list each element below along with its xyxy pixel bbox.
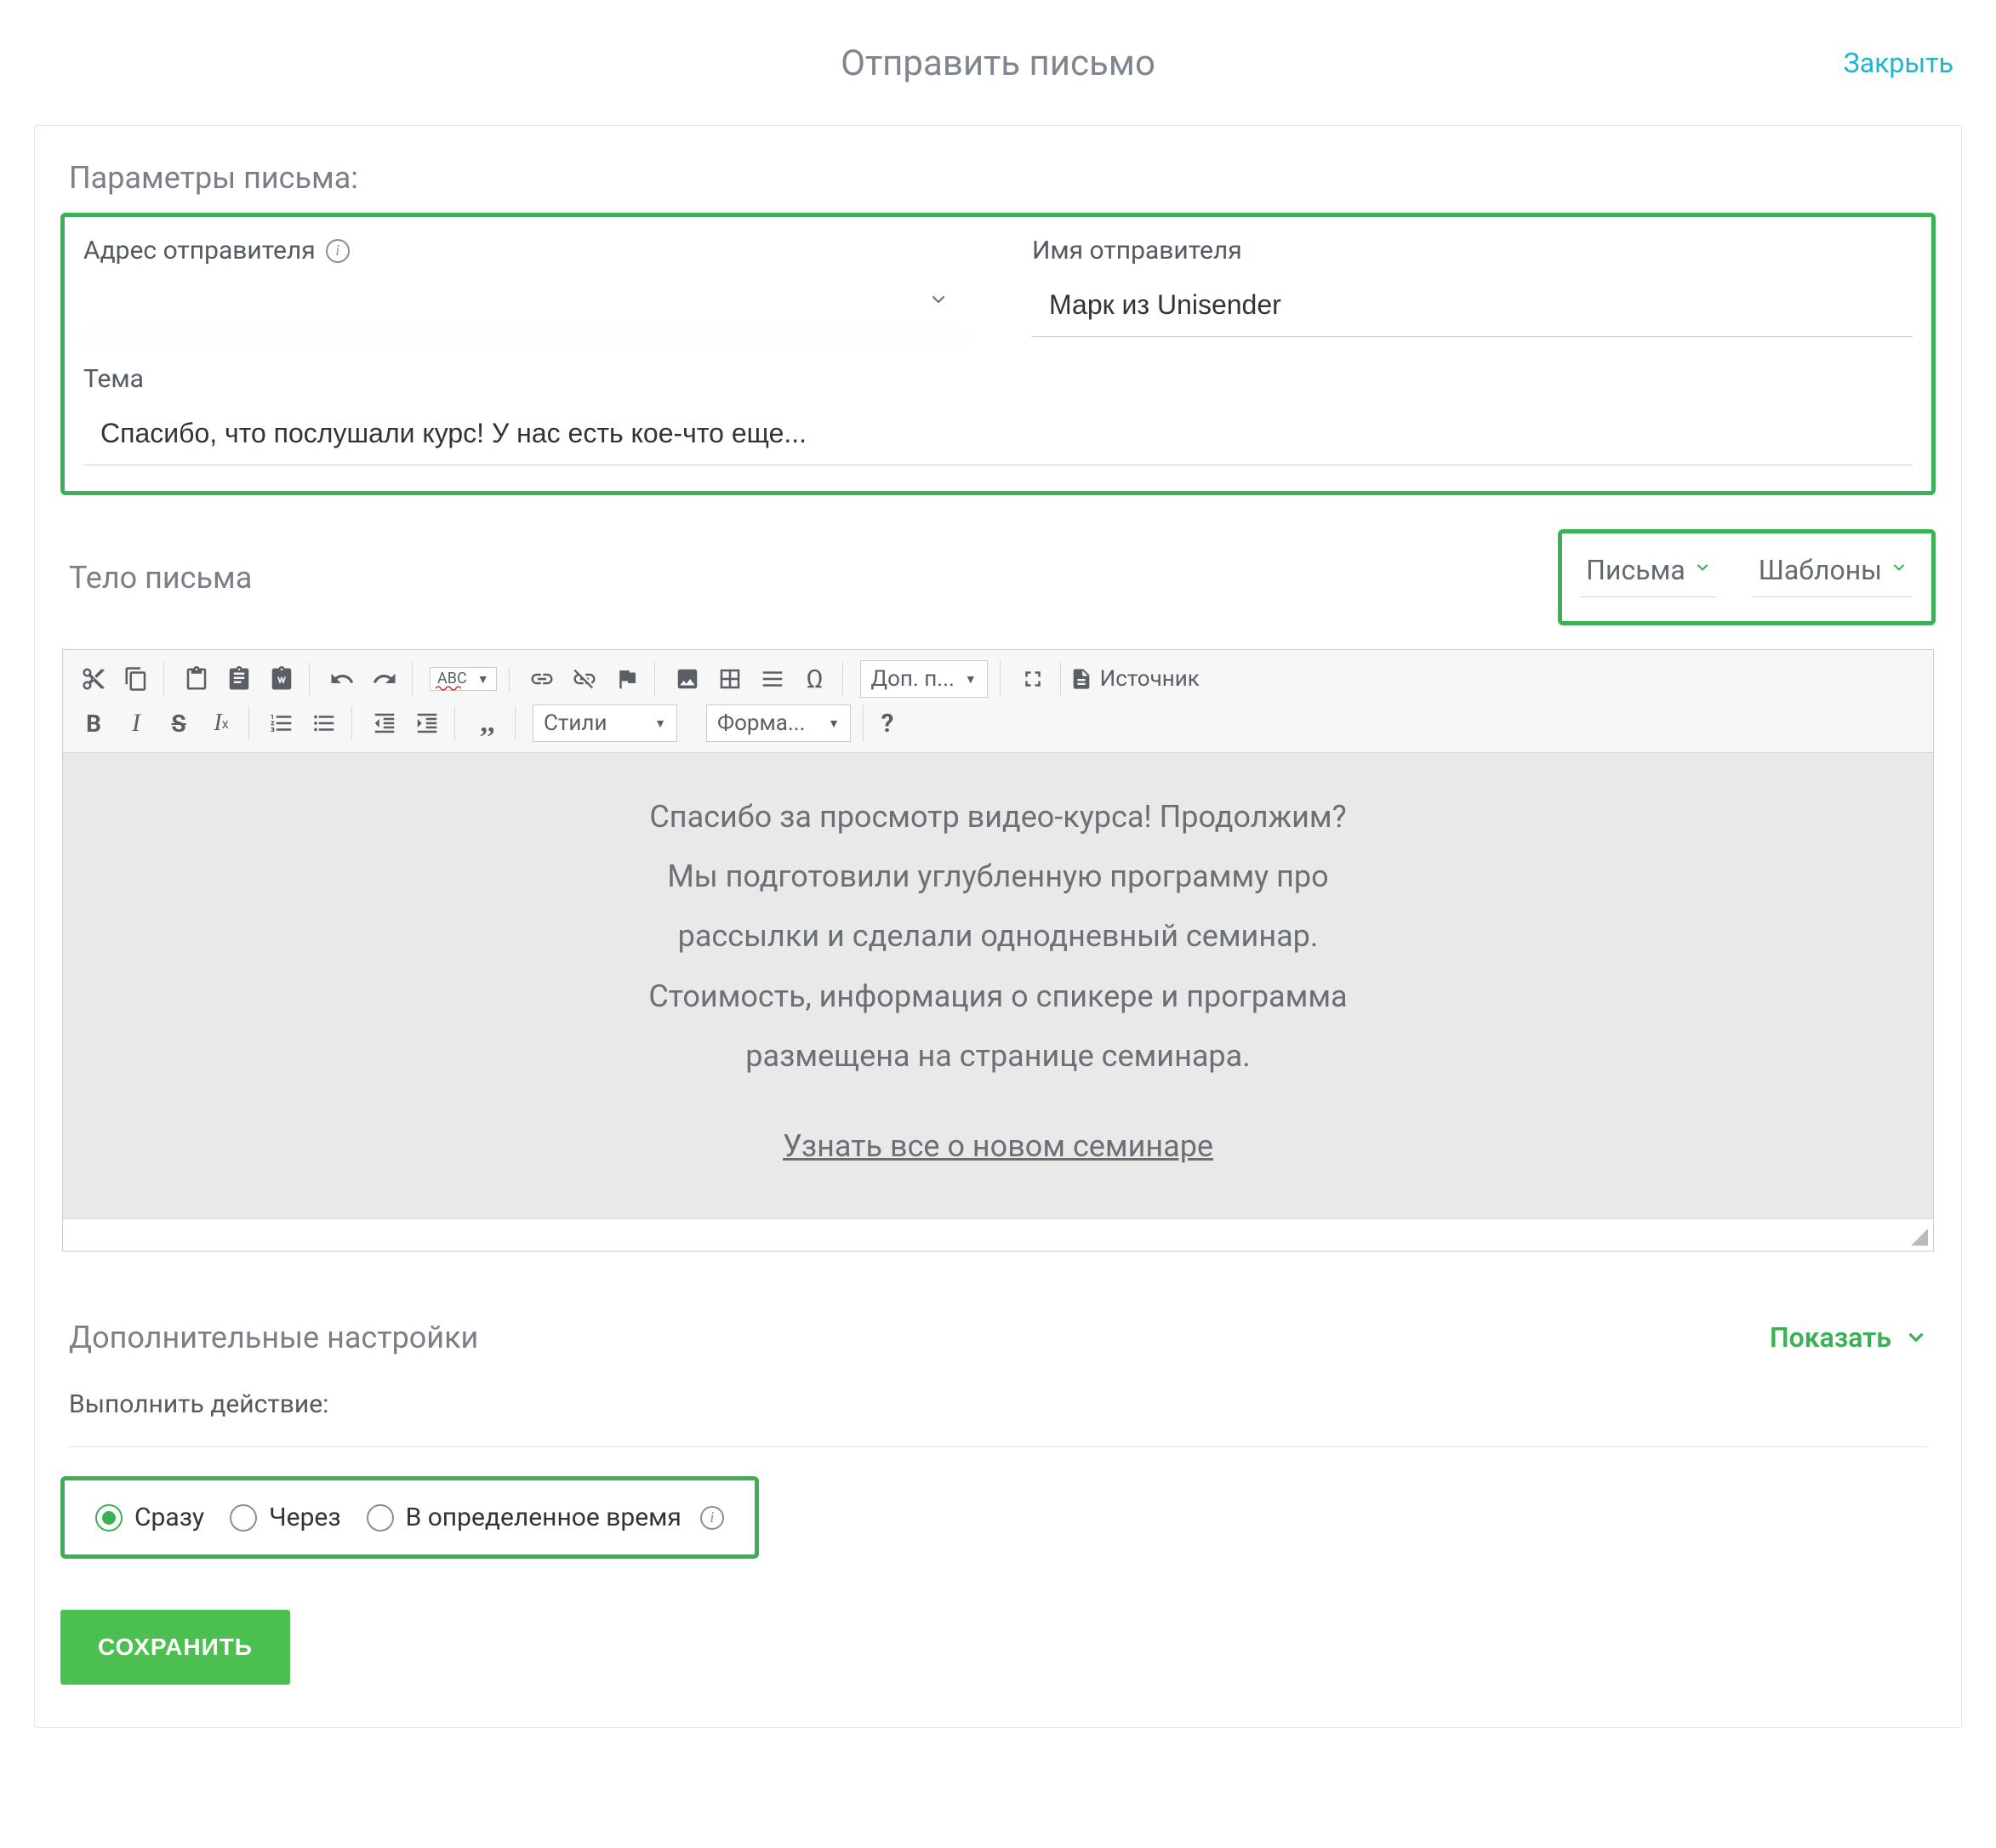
radio-after-label: Через <box>269 1503 340 1532</box>
content-line: Мы подготовили углубленную программу про <box>114 847 1882 906</box>
sender-name-input[interactable] <box>1032 279 1913 337</box>
source-label: Источник <box>1100 666 1200 692</box>
help-icon[interactable]: ? <box>872 706 903 740</box>
paste-icon[interactable] <box>181 662 212 696</box>
resize-handle[interactable] <box>63 1218 1933 1251</box>
format-label: Форма... <box>717 710 806 736</box>
strike-icon[interactable]: S <box>163 706 194 740</box>
picker-highlight-frame: Письма Шаблоны <box>1558 529 1936 625</box>
source-button[interactable]: Источник <box>1069 666 1200 692</box>
show-toggle[interactable]: Показать <box>1770 1321 1927 1354</box>
body-section-title: Тело письма <box>69 560 252 596</box>
content-link[interactable]: Узнать все о новом семинаре <box>783 1116 1213 1176</box>
special-char-icon[interactable]: Ω <box>800 662 830 696</box>
action-label: Выполнить действие: <box>69 1389 1936 1431</box>
chevron-down-icon <box>928 289 949 316</box>
copy-icon[interactable] <box>121 662 151 696</box>
subject-label: Тема <box>83 364 144 394</box>
content-line: рассылки и сделали однодневный семинар. <box>114 906 1882 966</box>
radio-now[interactable]: Сразу <box>95 1503 204 1532</box>
main-panel: Параметры письма: Адрес отправителя i Им… <box>34 125 1962 1728</box>
sender-address-label: Адрес отправителя <box>83 236 316 265</box>
radio-after[interactable]: Через <box>230 1503 340 1532</box>
chevron-down-icon <box>1694 559 1711 581</box>
radio-dot-icon <box>367 1504 394 1531</box>
styles-label: Стили <box>544 710 607 736</box>
bold-icon[interactable]: B <box>78 706 109 740</box>
redo-icon[interactable] <box>369 662 400 696</box>
rich-text-editor: ABC ▼ Ω <box>62 649 1934 1252</box>
chevron-down-icon <box>1905 1326 1927 1349</box>
numbered-list-icon[interactable] <box>266 706 297 740</box>
content-line: размещена на странице семинара. <box>114 1026 1882 1086</box>
params-section-title: Параметры письма: <box>69 160 1936 196</box>
bullet-list-icon[interactable] <box>309 706 339 740</box>
cut-icon[interactable] <box>78 662 109 696</box>
unlink-icon[interactable] <box>569 662 600 696</box>
save-button[interactable]: СОХРАНИТЬ <box>60 1610 290 1685</box>
outdent-icon[interactable] <box>369 706 400 740</box>
divider <box>67 1446 1929 1447</box>
italic-icon[interactable]: I <box>121 706 151 740</box>
sender-address-select[interactable] <box>83 279 964 337</box>
editor-toolbar: ABC ▼ Ω <box>63 650 1933 753</box>
image-icon[interactable] <box>672 662 703 696</box>
show-label: Показать <box>1770 1321 1891 1354</box>
templates-picker-label: Шаблоны <box>1759 554 1882 586</box>
extra-section-title: Дополнительные настройки <box>69 1320 478 1355</box>
radio-at-time-label: В определенное время <box>406 1503 681 1532</box>
subject-input[interactable] <box>83 408 1913 465</box>
chevron-down-icon <box>1890 559 1908 581</box>
letters-picker[interactable]: Письма <box>1581 549 1716 597</box>
radio-at-time[interactable]: В определенное время i <box>367 1503 724 1532</box>
page-title: Отправить письмо <box>841 43 1155 84</box>
styles-combo[interactable]: Стили ▼ <box>533 704 677 742</box>
more-plugins-label: Доп. п... <box>871 666 955 692</box>
radio-dot-icon <box>230 1504 257 1531</box>
blockquote-icon[interactable]: ,, <box>472 706 503 740</box>
spellcheck-combo[interactable]: ABC ▼ <box>430 667 497 691</box>
more-plugins-combo[interactable]: Доп. п... ▼ <box>860 660 988 698</box>
action-highlight-frame: Сразу Через В определенное время i <box>60 1476 759 1559</box>
content-line: Спасибо за просмотр видео-курса! Продолж… <box>114 787 1882 847</box>
params-highlight-frame: Адрес отправителя i Имя отправителя <box>60 213 1936 495</box>
remove-format-icon[interactable]: Ix <box>206 706 237 740</box>
content-line: Стоимость, информация о спикере и програ… <box>114 967 1882 1026</box>
indent-icon[interactable] <box>412 706 442 740</box>
radio-now-label: Сразу <box>134 1503 204 1532</box>
hr-icon[interactable] <box>757 662 788 696</box>
sender-address-input[interactable] <box>83 279 964 337</box>
undo-icon[interactable] <box>327 662 357 696</box>
editor-content[interactable]: Спасибо за просмотр видео-курса! Продолж… <box>63 753 1933 1218</box>
link-icon[interactable] <box>527 662 557 696</box>
info-icon[interactable]: i <box>700 1506 724 1530</box>
paste-text-icon[interactable] <box>224 662 254 696</box>
sender-name-label: Имя отправителя <box>1032 236 1242 265</box>
anchor-icon[interactable] <box>612 662 642 696</box>
format-combo[interactable]: Форма... ▼ <box>706 704 851 742</box>
radio-dot-icon <box>95 1504 123 1531</box>
templates-picker[interactable]: Шаблоны <box>1754 549 1913 597</box>
letters-picker-label: Письма <box>1586 554 1685 586</box>
close-button[interactable]: Закрыть <box>1844 47 1953 79</box>
paste-word-icon[interactable] <box>266 662 297 696</box>
maximize-icon[interactable] <box>1018 662 1048 696</box>
table-icon[interactable] <box>715 662 745 696</box>
info-icon[interactable]: i <box>326 239 350 263</box>
